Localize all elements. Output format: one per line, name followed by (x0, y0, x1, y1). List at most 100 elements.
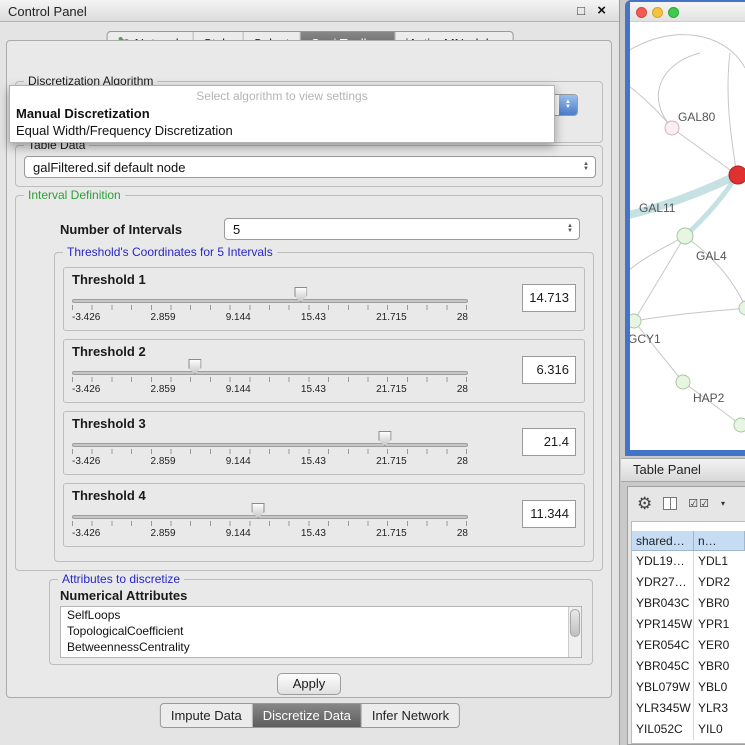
dropdown-arrow-icon[interactable]: ▾ (721, 499, 725, 508)
screen: Control Panel □ × Network Style Select (0, 0, 745, 745)
control-panel-window: Control Panel □ × Network Style Select (0, 0, 620, 745)
node-bottom-right[interactable] (734, 418, 745, 432)
cell[interactable]: YPR1 (694, 614, 745, 635)
slider-track[interactable] (72, 299, 468, 303)
apply-button[interactable]: Apply (277, 673, 341, 695)
cell[interactable]: YER054C (632, 635, 694, 656)
close-window-icon[interactable]: × (597, 2, 606, 19)
scrollbar-thumb[interactable] (570, 609, 580, 637)
table-data-combobox[interactable]: galFiltered.sif default node ▲ ▼ (24, 156, 596, 178)
arrow-down-icon: ▼ (567, 229, 573, 234)
threshold-4-value-field[interactable]: 11.344 (522, 500, 576, 528)
table-row[interactable]: YDR27…YDR2 (632, 572, 745, 593)
tab-impute-data[interactable]: Impute Data (161, 704, 252, 727)
tick-label: 21.715 (376, 384, 407, 395)
tab-discretize-data[interactable]: Discretize Data (252, 704, 361, 727)
minimize-traffic-light[interactable] (652, 7, 663, 18)
cell[interactable]: YDR27… (632, 572, 694, 593)
node-hap2[interactable] (676, 375, 690, 389)
table-row[interactable]: YBR043CYBR0 (632, 593, 745, 614)
cell[interactable]: YBR0 (694, 656, 745, 677)
float-window-icon[interactable]: □ (577, 3, 585, 18)
threshold-1-label: Threshold 1 (72, 272, 146, 287)
node-gcy1[interactable] (630, 314, 641, 328)
threshold-4-slider[interactable]: -3.426 2.859 9.144 15.43 21.715 28 (72, 502, 468, 544)
close-traffic-light[interactable] (636, 7, 647, 18)
table-row[interactable]: YLR345WYLR3 (632, 698, 745, 719)
table-header-row: shared… n… (632, 531, 745, 551)
table-panel-titlebar[interactable]: Table Panel (621, 458, 745, 482)
column-header-name[interactable]: n… (694, 531, 745, 551)
threshold-4-label: Threshold 4 (72, 488, 146, 503)
node-right-mid[interactable] (739, 301, 745, 315)
tick-label: 2.859 (151, 384, 176, 395)
cell[interactable]: YBL0 (694, 677, 745, 698)
cell[interactable]: YLR345W (632, 698, 694, 719)
cell[interactable]: YDL1 (694, 551, 745, 572)
tick-label: 15.43 (301, 312, 326, 323)
table-row[interactable]: YPR145WYPR1 (632, 614, 745, 635)
attributes-scrollbar[interactable] (568, 607, 581, 657)
threshold-3-value-field[interactable]: 21.4 (522, 428, 576, 456)
cell[interactable]: YDL19… (632, 551, 694, 572)
cell[interactable]: YLR3 (694, 698, 745, 719)
table-row[interactable]: YBR045CYBR0 (632, 656, 745, 677)
column-header-shared-name[interactable]: shared… (632, 531, 694, 551)
threshold-2-value-field[interactable]: 6.316 (522, 356, 576, 384)
slider-track[interactable] (72, 443, 468, 447)
table-row[interactable]: YER054CYER0 (632, 635, 745, 656)
tick-label: -3.426 (72, 312, 100, 323)
slider-tick-marks (72, 377, 468, 382)
attribute-item-selfloops[interactable]: SelfLoops (61, 607, 581, 623)
slider-tick-marks (72, 521, 468, 526)
network-view-window[interactable]: GAL80 GAL11 GAL4 GCY1 HAP2 (625, 0, 745, 456)
threshold-1-value-field[interactable]: 14.713 (522, 284, 576, 312)
slider-track[interactable] (72, 371, 468, 375)
tick-label: 15.43 (301, 456, 326, 467)
cell[interactable]: YDR2 (694, 572, 745, 593)
cell[interactable]: YER0 (694, 635, 745, 656)
cell[interactable]: YIL052C (632, 719, 694, 740)
table-row[interactable]: YDL19…YDL1 (632, 551, 745, 572)
slider-track[interactable] (72, 515, 468, 519)
columns-icon[interactable] (663, 497, 677, 510)
zoom-traffic-light[interactable] (668, 7, 679, 18)
number-of-intervals-combobox[interactable]: 5 ▲ ▼ (224, 218, 580, 240)
cell[interactable]: YPR145W (632, 614, 694, 635)
node-gal4[interactable] (677, 228, 693, 244)
table-panel-window: ⚙ ☑☑ ▾ shared… n… YDL19…YDL1 YDR27…YDR2 … (627, 486, 745, 745)
cell[interactable]: YBL079W (632, 677, 694, 698)
tick-label: 15.43 (301, 528, 326, 539)
node-label-gal4: GAL4 (696, 249, 727, 263)
node-gal80[interactable] (665, 121, 679, 135)
gear-icon[interactable]: ⚙ (637, 495, 652, 512)
cell[interactable]: YBR0 (694, 593, 745, 614)
threshold-3-slider[interactable]: -3.426 2.859 9.144 15.43 21.715 28 (72, 430, 468, 472)
checkbox-icon: ☑ (699, 498, 710, 510)
attribute-item-topologicalcoefficient[interactable]: TopologicalCoefficient (61, 623, 581, 639)
node-red-selected[interactable] (729, 166, 745, 184)
window-title: Control Panel (8, 4, 87, 19)
popup-option-equal-width-frequency[interactable]: Equal Width/Frequency Discretization (10, 122, 554, 139)
arrow-down-icon: ▼ (565, 105, 571, 110)
popup-option-manual-discretization[interactable]: Manual Discretization (10, 105, 554, 122)
threshold-1-slider[interactable]: -3.426 2.859 9.144 15.43 21.715 28 (72, 286, 468, 328)
table-row[interactable]: YBL079WYBL0 (632, 677, 745, 698)
control-panel-titlebar[interactable]: Control Panel □ × (0, 0, 619, 22)
tick-label: 15.43 (301, 384, 326, 395)
table-data-combobox-value: galFiltered.sif default node (25, 160, 583, 175)
threshold-2-slider[interactable]: -3.426 2.859 9.144 15.43 21.715 28 (72, 358, 468, 400)
network-graph[interactable]: GAL80 GAL11 GAL4 GCY1 HAP2 (630, 23, 745, 450)
network-canvas[interactable]: GAL80 GAL11 GAL4 GCY1 HAP2 (630, 2, 745, 450)
table-row[interactable]: YIL052CYIL0 (632, 719, 745, 740)
select-columns-icon[interactable]: ☑☑ (688, 497, 710, 510)
tab-infer-network[interactable]: Infer Network (361, 704, 459, 727)
number-of-intervals-label: Number of Intervals (60, 222, 182, 237)
cell[interactable]: YBR045C (632, 656, 694, 677)
slider-tick-marks (72, 305, 468, 310)
cyni-toolbox-panel: Discretization Algorithm ▲ ▼ Select algo… (6, 40, 612, 698)
attribute-item-betweennesscentrality[interactable]: BetweennessCentrality (61, 639, 581, 655)
numerical-attributes-list[interactable]: SelfLoops TopologicalCoefficient Between… (60, 606, 582, 658)
cell[interactable]: YBR043C (632, 593, 694, 614)
cell[interactable]: YIL0 (694, 719, 745, 740)
